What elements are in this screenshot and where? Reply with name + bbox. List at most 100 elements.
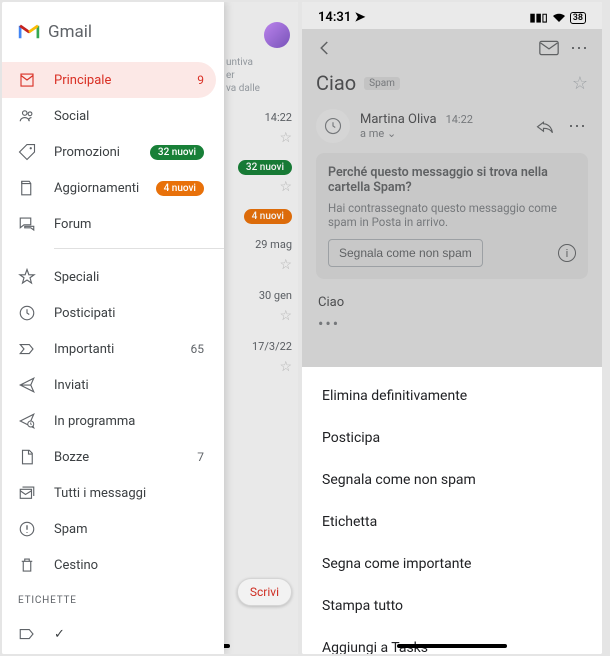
star-icon[interactable]: ☆: [572, 73, 588, 94]
nav-item-snoozed[interactable]: Posticipati: [2, 295, 216, 331]
app-title: Gmail: [48, 22, 92, 42]
nav-label: Importanti: [54, 342, 191, 357]
more-icon[interactable]: ⋯: [566, 115, 588, 137]
banner-answer: Hai contrassegnato questo messaggio come…: [328, 201, 576, 229]
nav-label: Aggiornamenti: [54, 181, 156, 196]
badge: 4 nuovi: [156, 181, 204, 196]
starred-icon: [18, 268, 36, 286]
action-etichetta[interactable]: Etichetta: [302, 501, 602, 543]
divider: [54, 248, 224, 249]
drafts-icon: [18, 448, 36, 466]
scheduled-icon: [18, 412, 36, 430]
drawer-header: Gmail: [2, 2, 224, 58]
nav-item-starred[interactable]: Speciali: [2, 259, 216, 295]
nav-label: Forum: [54, 217, 204, 232]
battery-icon: 38: [570, 12, 586, 24]
nav-item-updates[interactable]: Aggiornamenti4 nuovi: [2, 170, 216, 206]
nav-section-labels: ✓: [2, 612, 224, 652]
nav-item-undefined[interactable]: ✓: [2, 616, 216, 652]
nav-label: Posticipati: [54, 306, 204, 321]
subject: Ciao: [316, 71, 356, 95]
to-line[interactable]: a me ⌄: [360, 127, 524, 140]
promo-icon: [18, 143, 36, 161]
nav-label: Inviati: [54, 378, 204, 393]
show-trimmed-icon[interactable]: •••: [302, 314, 602, 333]
snoozed-icon: [18, 304, 36, 322]
action-elimina-definitivamente[interactable]: Elimina definitivamente: [302, 375, 602, 417]
trash-icon: [18, 556, 36, 574]
more-icon[interactable]: ⋯: [568, 37, 590, 59]
nav-label: Spam: [54, 522, 204, 537]
badge: 4 nuovi: [244, 209, 292, 224]
nav-label: Tutti i messaggi: [54, 486, 204, 501]
email-body: Ciao: [302, 279, 602, 314]
nav-item-forum[interactable]: Forum: [2, 206, 216, 242]
nav-item-trash[interactable]: Cestino: [2, 547, 216, 583]
updates-icon: [18, 179, 36, 197]
labels-header: ETICHETTE: [2, 583, 224, 612]
time: 14:22: [265, 111, 292, 124]
nav-label: Social: [54, 109, 204, 124]
gmail-logo-icon: [18, 24, 40, 40]
email-view: ⋯ Ciao Spam ☆ Martina Oliva 14:22 a me ⌄…: [302, 29, 602, 367]
status-bar: 14:31 ➤ ▮▮▯ 38: [302, 2, 602, 29]
action-posticipa[interactable]: Posticipa: [302, 417, 602, 459]
mail-icon[interactable]: [538, 37, 560, 59]
date: 17/3/22: [252, 340, 292, 353]
date: 30 gen: [259, 289, 292, 302]
back-icon[interactable]: [314, 37, 336, 59]
forum-icon: [18, 215, 36, 233]
nav-item-important[interactable]: Importanti65: [2, 331, 216, 367]
banner-question: Perché questo messaggio si trova nella c…: [328, 165, 576, 195]
nav-label: Promozioni: [54, 145, 150, 160]
action-sheet: Elimina definitivamentePosticipaSegnala …: [302, 367, 602, 654]
nav-label: In programma: [54, 414, 204, 429]
nav-item-drafts[interactable]: Bozze7: [2, 439, 216, 475]
nav-item-promo[interactable]: Promozioni32 nuovi: [2, 134, 216, 170]
primary-icon: [18, 71, 36, 89]
allmail-icon: [18, 484, 36, 502]
sender-name: Martina Oliva: [360, 112, 437, 127]
action-stampa-tutto[interactable]: Stampa tutto: [302, 585, 602, 627]
status-icons: ▮▮▯ 38: [530, 11, 586, 24]
star-icon[interactable]: ☆: [226, 359, 292, 375]
social-icon: [18, 107, 36, 125]
nav-drawer: Gmail Principale9 Social Promozioni32 nuov…: [2, 2, 224, 654]
nav-item-scheduled[interactable]: In programma: [2, 403, 216, 439]
star-icon[interactable]: ☆: [226, 257, 292, 273]
nav-label: Speciali: [54, 270, 204, 285]
nav-item-spam[interactable]: Spam: [2, 511, 216, 547]
info-icon[interactable]: i: [558, 244, 576, 262]
snippet: untiva: [226, 56, 292, 69]
action-segnala-come-non-spam[interactable]: Segnala come non spam: [302, 459, 602, 501]
date: 29 mag: [255, 238, 292, 251]
nav-item-sent[interactable]: Inviati: [2, 367, 216, 403]
avatar[interactable]: [264, 22, 290, 48]
spam-icon: [18, 520, 36, 538]
count: 9: [197, 73, 204, 87]
action-aggiungi-a-tasks[interactable]: Aggiungi a Tasks: [302, 627, 602, 654]
nav-item-primary[interactable]: Principale9: [2, 62, 216, 98]
signal-icon: ▮▮▯: [530, 11, 548, 24]
sent-icon: [18, 376, 36, 394]
nav-section-categories: Principale9SocialPromozioni32 nuoviAggio…: [2, 58, 224, 242]
spam-tag: Spam: [364, 77, 400, 90]
nav-label: Bozze: [54, 450, 197, 465]
gmail-app-right: 14:31 ➤ ▮▮▯ 38 ⋯ Ciao Spam ☆ Martina Oli: [302, 2, 602, 654]
sender-time: 14:22: [446, 113, 473, 126]
nav-item-social[interactable]: Social: [2, 98, 216, 134]
star-icon[interactable]: ☆: [226, 308, 292, 324]
star-icon[interactable]: ☆: [226, 179, 292, 195]
reply-icon[interactable]: [534, 115, 556, 137]
nav-label: Cestino: [54, 558, 204, 573]
sender-avatar[interactable]: [316, 109, 350, 143]
star-icon[interactable]: ☆: [226, 130, 292, 146]
nav-item-allmail[interactable]: Tutti i messaggi: [2, 475, 216, 511]
important-icon: [18, 340, 36, 358]
not-spam-button[interactable]: Segnala come non spam: [328, 239, 483, 267]
snippet: er: [226, 69, 292, 82]
action-segna-come-importante[interactable]: Segna come importante: [302, 543, 602, 585]
badge: 32 nuovi: [238, 160, 292, 175]
home-indicator: [397, 644, 507, 648]
compose-button[interactable]: Scrivi: [237, 578, 292, 606]
